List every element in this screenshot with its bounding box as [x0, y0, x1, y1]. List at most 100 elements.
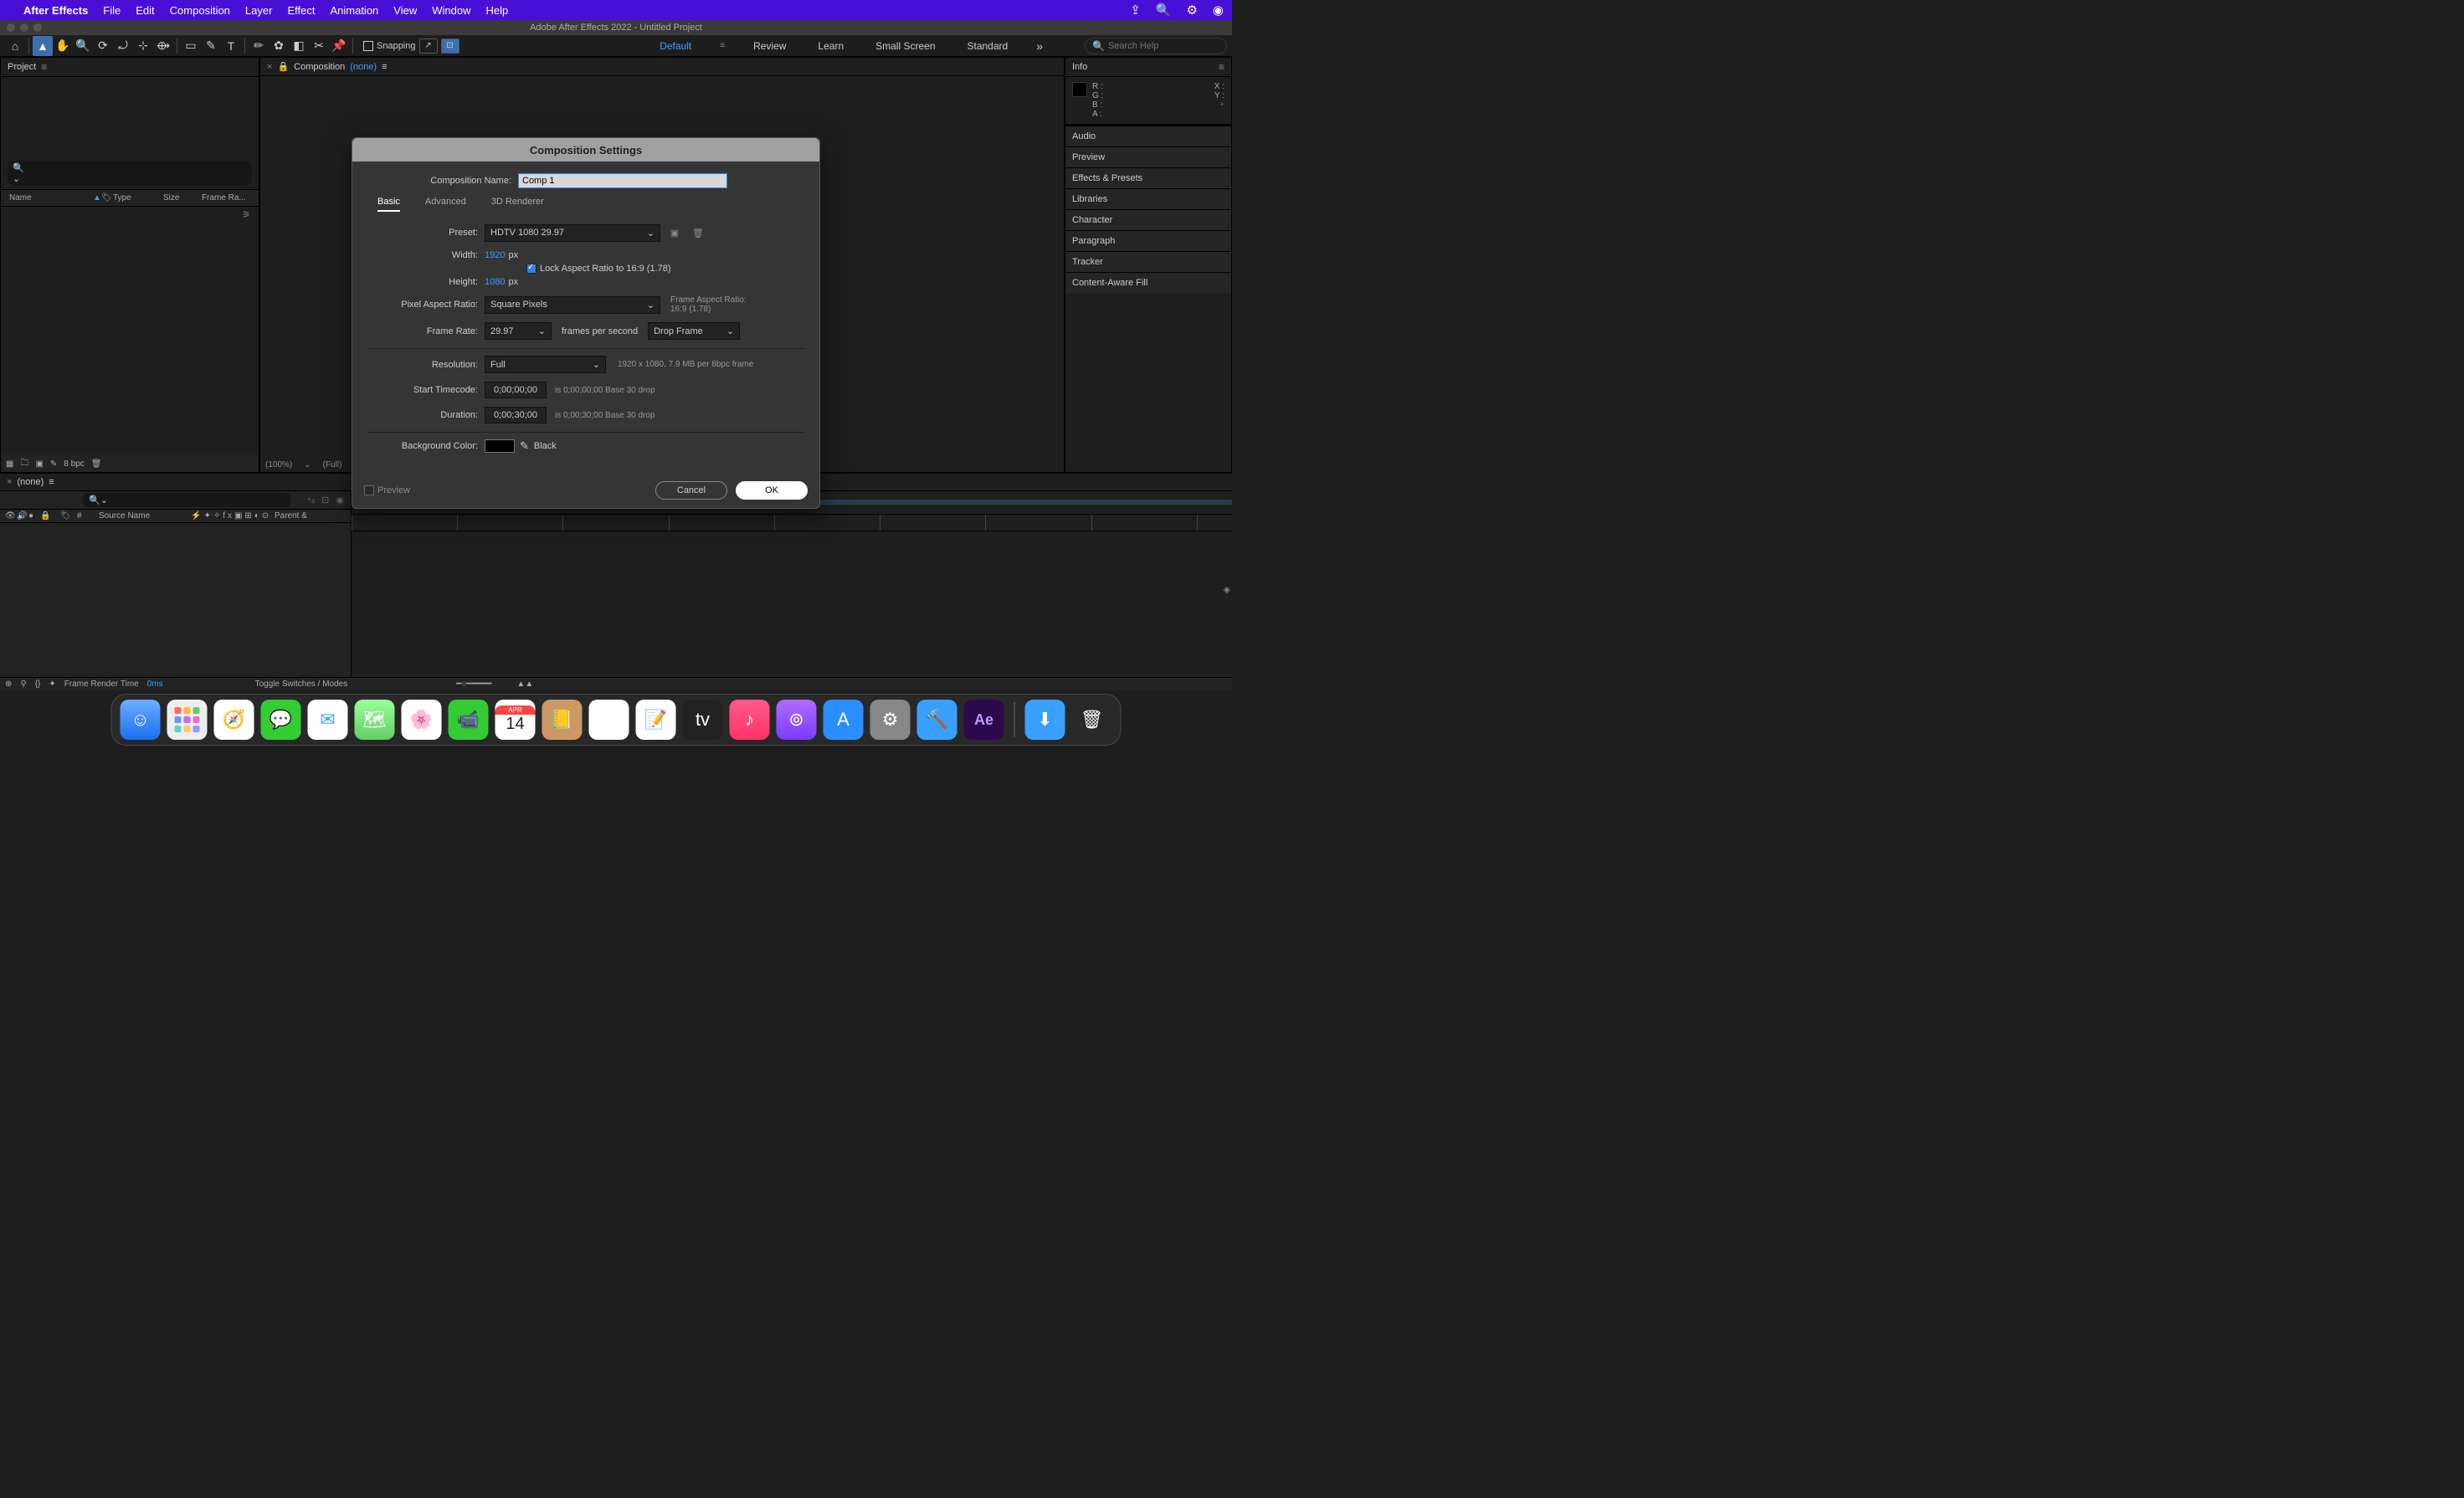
col-label-icon[interactable]: 🏷 [60, 511, 77, 521]
dock-mail-icon[interactable]: ✉ [308, 700, 348, 740]
dock-xcode-icon[interactable]: 🔨 [917, 700, 957, 740]
dock-launchpad-icon[interactable] [167, 700, 208, 740]
comp-menu-icon[interactable]: ≡ [382, 62, 387, 72]
panel-character[interactable]: Character [1065, 209, 1231, 230]
info-tab[interactable]: Info [1072, 62, 1087, 72]
dock-notes-icon[interactable]: 📝 [636, 700, 676, 740]
bpc-label[interactable]: 8 bpc [64, 459, 84, 469]
dock-safari-icon[interactable]: 🧭 [214, 700, 254, 740]
eyedropper-icon[interactable]: ✎ [520, 439, 529, 453]
width-value[interactable]: 1920 [485, 250, 505, 260]
cancel-button[interactable]: Cancel [655, 481, 727, 500]
workspace-default[interactable]: Default [656, 38, 695, 54]
menu-help[interactable]: Help [485, 4, 508, 17]
tl-opt1-icon[interactable]: ⥃ [307, 495, 315, 505]
col-num[interactable]: # [77, 511, 90, 521]
dock-tv-icon[interactable]: tv [683, 700, 723, 740]
orbit-tool-icon[interactable]: ⟳ [93, 36, 113, 56]
search-help[interactable]: 🔍 [1085, 38, 1227, 54]
save-preset-icon[interactable]: ▣ [665, 223, 684, 242]
new-comp-icon[interactable]: ▣ [35, 459, 43, 469]
workspace-menu-icon[interactable]: ≡ [720, 41, 725, 50]
siri-icon[interactable]: ◉ [1213, 3, 1224, 18]
tl-foot-icon1[interactable]: ⊕ [5, 680, 12, 689]
dur-input[interactable] [485, 407, 547, 423]
tl-close-icon[interactable]: × [7, 477, 12, 487]
tl-foot-icon4[interactable]: ✦ [49, 680, 55, 689]
dock-trash-icon[interactable]: 🗑 [1072, 700, 1112, 740]
close-tab-icon[interactable]: × [267, 62, 272, 72]
lock-icon[interactable]: 🔒 [277, 61, 289, 72]
col-switches[interactable]: ⚡✦✧fx▣⊞◐⊙ [191, 511, 266, 521]
adjust-icon[interactable]: ✎ [50, 459, 57, 469]
fr-dropdown[interactable]: 29.97⌄ [485, 322, 552, 340]
tl-opt2-icon[interactable]: ⊡ [321, 495, 329, 505]
trash-icon[interactable]: 🗑 [91, 459, 102, 469]
eraser-tool-icon[interactable]: ◧ [289, 36, 309, 56]
dock-facetime-icon[interactable]: 📹 [449, 700, 489, 740]
col-source[interactable]: Source Name [99, 511, 191, 521]
zoom-out-icon[interactable]: ━○━━━━━ [456, 680, 491, 689]
puppet-tool-icon[interactable]: 📌 [329, 36, 349, 56]
preview-checkbox[interactable] [364, 485, 374, 495]
workspace-small[interactable]: Small Screen [872, 38, 938, 54]
project-search-input[interactable] [30, 168, 247, 178]
menu-view[interactable]: View [393, 4, 417, 17]
clone-tool-icon[interactable]: ✿ [269, 36, 289, 56]
delete-preset-icon[interactable]: 🗑 [689, 223, 707, 242]
col-parent[interactable]: Parent & [275, 511, 307, 521]
dock-reminders-icon[interactable]: ✓ [589, 700, 629, 740]
text-tool-icon[interactable]: T [221, 36, 241, 56]
panel-preview[interactable]: Preview [1065, 146, 1231, 167]
workspace-review[interactable]: Review [750, 38, 789, 54]
pan-behind-tool-icon[interactable]: ⟴ [153, 36, 173, 56]
tl-menu-icon[interactable]: ≡ [49, 477, 54, 487]
project-search[interactable]: 🔍⌄ [8, 161, 252, 186]
menu-edit[interactable]: Edit [136, 4, 154, 17]
sort-indicator-icon[interactable]: ▲ [90, 192, 98, 204]
dock-messages-icon[interactable]: 💬 [261, 700, 301, 740]
app-name[interactable]: After Effects [23, 4, 88, 17]
pen-tool-icon[interactable]: ✎ [201, 36, 221, 56]
panel-libraries[interactable]: Libraries [1065, 188, 1231, 209]
roto-tool-icon[interactable]: ✂ [309, 36, 329, 56]
project-menu-icon[interactable]: ≡ [41, 61, 47, 73]
menu-layer[interactable]: Layer [245, 4, 273, 17]
dock-downloads-icon[interactable]: ⬇ [1025, 700, 1065, 740]
tl-opt3-icon[interactable]: ◉ [336, 495, 344, 505]
panel-paragraph[interactable]: Paragraph [1065, 230, 1231, 251]
col-framerate[interactable]: Frame Ra... [198, 192, 249, 204]
col-solo-icon[interactable]: ● [28, 511, 40, 521]
project-tab[interactable]: Project [8, 62, 36, 72]
snap-checkbox[interactable] [363, 41, 373, 51]
dock-contacts-icon[interactable]: 📒 [542, 700, 583, 740]
zoom-tool-icon[interactable]: 🔍 [73, 36, 93, 56]
rotation-tool-icon[interactable]: ⤾ [113, 36, 133, 56]
col-size[interactable]: Size [160, 192, 198, 204]
ok-button[interactable]: OK [736, 481, 808, 500]
flowchart-icon[interactable]: ⚞ [1, 207, 259, 223]
interpret-icon[interactable]: ▦ [6, 459, 13, 469]
tl-search[interactable]: 🔍⌄ [82, 493, 291, 507]
resolution-value[interactable]: (Full) [323, 460, 342, 469]
hand-tool-icon[interactable]: ✋ [53, 36, 73, 56]
tab-renderer[interactable]: 3D Renderer [491, 197, 544, 212]
dock-photos-icon[interactable]: 🌸 [402, 700, 442, 740]
dock-appstore-icon[interactable]: A [824, 700, 864, 740]
workspace-learn[interactable]: Learn [814, 38, 847, 54]
dock-podcasts-icon[interactable]: ⊚ [777, 700, 817, 740]
camera-tool-icon[interactable]: ⊹ [133, 36, 153, 56]
comp-name-input[interactable] [518, 173, 727, 188]
snap-option-2[interactable]: ⊡ [441, 38, 459, 54]
bg-color-swatch[interactable] [485, 439, 515, 453]
rect-tool-icon[interactable]: ▭ [181, 36, 201, 56]
zoom-chevron-icon[interactable]: ⌄ [304, 460, 311, 469]
workspace-more-icon[interactable]: » [1036, 39, 1043, 53]
spotlight-icon[interactable]: 🔍 [1156, 3, 1172, 18]
dock-music-icon[interactable]: ♪ [730, 700, 770, 740]
col-eye-icon[interactable]: 👁 [5, 511, 17, 521]
dock-finder-icon[interactable]: ☺ [121, 700, 161, 740]
control-center-icon[interactable]: ⚙ [1186, 3, 1197, 18]
share-icon[interactable]: ⇪ [1130, 3, 1141, 18]
snap-option-1[interactable]: ↗ [419, 38, 438, 54]
